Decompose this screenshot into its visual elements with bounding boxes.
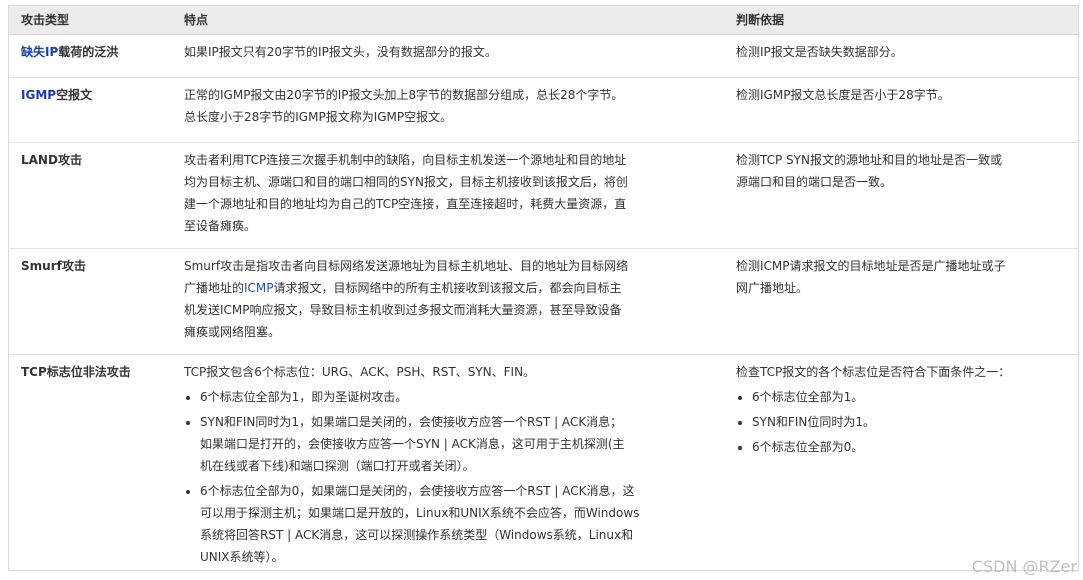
table-row: Smurf攻击 Smurf攻击是指攻击者向目标网络发送源地址为目标主机地址、目的… bbox=[9, 249, 1078, 355]
feature-line: 建一个源地址和目的地址均为自己的TCP空连接，直至连接超时，耗费大量资源，直 bbox=[184, 197, 627, 211]
list-item-line: 机在线或者下线)和端口探测（端口打开或者关闭）。 bbox=[200, 459, 475, 473]
basis-cell: 检测TCP SYN报文的源地址和目的地址是否一致或 源端口和目的端口是否一致。 bbox=[724, 143, 1078, 248]
basis-line: 检测IGMP报文总长度是否小于28字节。 bbox=[736, 88, 950, 102]
attack-type-text: 空报文 bbox=[56, 88, 93, 102]
feature-line: 广播地址的ICMP请求报文，目标网络中的所有主机接收到该报文后，都会向目标主 bbox=[184, 277, 712, 299]
table-row: 缺失IP载荷的泛洪 如果IP报文只有20字节的IP报文头，没有数据部分的报文。 … bbox=[9, 35, 1078, 78]
list-item-line: UNIX系统等）。 bbox=[200, 550, 284, 564]
attack-type: Smurf攻击 bbox=[9, 249, 172, 354]
header-feature: 特点 bbox=[184, 13, 209, 27]
list-item: SYN和FIN位同时为1。 bbox=[752, 411, 1066, 433]
basis-cell: 检测IGMP报文总长度是否小于28字节。 bbox=[724, 78, 1078, 142]
list-item: 6个标志位全部为0。 bbox=[752, 436, 1066, 458]
feature-intro: TCP报文包含6个标志位：URG、ACK、PSH、RST、SYN、FIN。 bbox=[184, 365, 536, 379]
attack-table: 攻击类型 特点 判断依据 缺失IP载荷的泛洪 如果IP报文只有20字节的IP报文… bbox=[8, 5, 1079, 571]
feature-line: 正常的IGMP报文由20字节的IP报文头加上8字节的数据部分组成，总长28个字节… bbox=[184, 88, 624, 102]
attack-type-highlight: 缺失IP bbox=[21, 45, 59, 59]
feature-cell: TCP报文包含6个标志位：URG、ACK、PSH、RST、SYN、FIN。 6个… bbox=[172, 355, 724, 570]
feature-text: 请求报文，目标网络中的所有主机接收到该报文后，都会向目标主 bbox=[273, 281, 622, 295]
feature-line: 均为目标主机、源端口和目的端口相同的SYN报文，目标主机接收到该报文后，将创 bbox=[184, 175, 628, 189]
list-item-line: SYN和FIN同时为1，如果端口是关闭的，会使接收方应答一个RST | ACK消… bbox=[200, 415, 623, 429]
table-row: TCP标志位非法攻击 TCP报文包含6个标志位：URG、ACK、PSH、RST、… bbox=[9, 355, 1078, 570]
table-row: IGMP空报文 正常的IGMP报文由20字节的IP报文头加上8字节的数据部分组成… bbox=[9, 78, 1078, 143]
feature-text: 广播地址的 bbox=[184, 281, 245, 295]
attack-type: LAND攻击 bbox=[9, 143, 172, 248]
list-item-line: 系统将回答RST | ACK消息，这可以探测操作系统类型（Windows系统，L… bbox=[200, 528, 634, 542]
feature-line: 瘫痪或网络阻塞。 bbox=[184, 325, 281, 339]
list-item-line: 6个标志位全部为1，即为圣诞树攻击。 bbox=[200, 390, 408, 404]
attack-type-text: 载荷的泛洪 bbox=[58, 45, 119, 59]
attack-type: 缺失IP载荷的泛洪 bbox=[9, 35, 172, 77]
list-item: 6个标志位全部为1。 bbox=[752, 386, 1066, 408]
attack-type-highlight: IGMP bbox=[21, 88, 57, 102]
basis-cell: 检测IP报文是否缺失数据部分。 bbox=[724, 35, 1078, 77]
feature-list: 6个标志位全部为1，即为圣诞树攻击。 SYN和FIN同时为1，如果端口是关闭的，… bbox=[184, 386, 712, 568]
icmp-link[interactable]: ICMP bbox=[244, 281, 274, 295]
attack-type: IGMP空报文 bbox=[9, 78, 172, 142]
basis-line: 检测TCP SYN报文的源地址和目的地址是否一致或 bbox=[736, 153, 1002, 167]
attack-type-text: Smurf攻击 bbox=[21, 259, 86, 273]
basis-list: 6个标志位全部为1。 SYN和FIN位同时为1。 6个标志位全部为0。 bbox=[736, 386, 1066, 458]
list-item-line: 可以用于探测主机；如果端口是开放的，Linux和UNIX系统不会应答，而Wind… bbox=[200, 506, 640, 520]
table-row: LAND攻击 攻击者利用TCP连接三次握手机制中的缺陷，向目标主机发送一个源地址… bbox=[9, 143, 1078, 249]
feature-cell: Smurf攻击是指攻击者向目标网络发送源地址为目标主机地址、目的地址为目标网络 … bbox=[172, 249, 724, 354]
feature-line: 机发送ICMP响应报文，导致目标主机收到过多报文而消耗大量资源，甚至导致设备 bbox=[184, 303, 622, 317]
basis-cell: 检查TCP报文的各个标志位是否符合下面条件之一： 6个标志位全部为1。 SYN和… bbox=[724, 355, 1078, 570]
basis-line: 检测ICMP请求报文的目标地址是否是广播地址或子 bbox=[736, 259, 1006, 273]
list-item: 6个标志位全部为1，即为圣诞树攻击。 bbox=[200, 386, 712, 408]
feature-line: 总长度小于28字节的IGMP报文称为IGMP空报文。 bbox=[184, 110, 453, 124]
table-header: 攻击类型 特点 判断依据 bbox=[9, 6, 1078, 35]
feature-line: 至设备瘫痪。 bbox=[184, 219, 257, 233]
list-item: 6个标志位全部为0，如果端口是关闭的，会使接收方应答一个RST | ACK消息，… bbox=[200, 480, 712, 568]
attack-type-text: LAND攻击 bbox=[21, 153, 82, 167]
basis-intro: 检查TCP报文的各个标志位是否符合下面条件之一： bbox=[736, 365, 1011, 379]
feature-cell: 如果IP报文只有20字节的IP报文头，没有数据部分的报文。 bbox=[172, 35, 724, 77]
attack-type-text: TCP标志位非法攻击 bbox=[21, 365, 131, 379]
feature-line: Smurf攻击是指攻击者向目标网络发送源地址为目标主机地址、目的地址为目标网络 bbox=[184, 259, 629, 273]
list-item-line: 6个标志位全部为0，如果端口是关闭的，会使接收方应答一个RST | ACK消息，… bbox=[200, 484, 635, 498]
watermark: CSDN @RZer bbox=[971, 557, 1077, 576]
feature-line: 攻击者利用TCP连接三次握手机制中的缺陷，向目标主机发送一个源地址和目的地址 bbox=[184, 153, 627, 167]
list-item-line: 如果端口是打开的，会使接收方应答一个SYN | ACK消息，这可用于主机探测(主 bbox=[200, 437, 625, 451]
basis-line: 检测IP报文是否缺失数据部分。 bbox=[736, 45, 903, 59]
basis-line: 源端口和目的端口是否一致。 bbox=[736, 175, 893, 189]
attack-type: TCP标志位非法攻击 bbox=[9, 355, 172, 570]
feature-cell: 攻击者利用TCP连接三次握手机制中的缺陷，向目标主机发送一个源地址和目的地址 均… bbox=[172, 143, 724, 248]
basis-line: 网广播地址。 bbox=[736, 281, 809, 295]
list-item: SYN和FIN同时为1，如果端口是关闭的，会使接收方应答一个RST | ACK消… bbox=[200, 411, 712, 477]
header-attack-type: 攻击类型 bbox=[21, 13, 70, 27]
header-basis: 判断依据 bbox=[736, 13, 785, 27]
feature-cell: 正常的IGMP报文由20字节的IP报文头加上8字节的数据部分组成，总长28个字节… bbox=[172, 78, 724, 142]
basis-cell: 检测ICMP请求报文的目标地址是否是广播地址或子 网广播地址。 bbox=[724, 249, 1078, 354]
feature-line: 如果IP报文只有20字节的IP报文头，没有数据部分的报文。 bbox=[184, 45, 497, 59]
